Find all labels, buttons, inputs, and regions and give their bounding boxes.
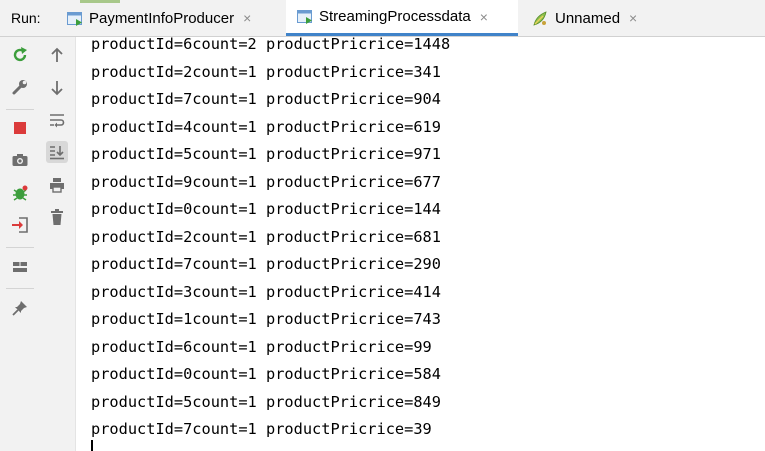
soft-wrap-button[interactable] [46,109,68,131]
console-line: productId=2count=1 productPricrice=681 [91,227,441,246]
stop-icon [14,122,26,134]
tab-payment-info-producer[interactable]: PaymentInfoProducer × [66,0,276,36]
console-line: productId=7count=1 productPricrice=904 [91,90,441,108]
tab-label: PaymentInfoProducer [89,9,235,27]
close-icon[interactable]: × [629,10,637,26]
debug-icon [13,185,28,201]
close-icon[interactable]: × [480,9,488,25]
run-config-icon [67,11,82,26]
console-line: productId=0count=1 productPricrice=144 [91,200,441,218]
console-output[interactable]: productId=6count=2 productPricrice=1448 … [91,33,761,451]
wrench-icon [12,80,27,95]
toolbar-separator [6,247,34,248]
tab-unnamed[interactable]: Unnamed × [532,0,662,36]
clear-all-button[interactable] [46,206,68,228]
restore-layout-button[interactable] [9,256,31,278]
trash-icon [51,209,63,225]
console-line: productId=7count=1 productPricrice=39 [91,420,432,438]
spring-icon [533,10,547,26]
next-occurrence-button[interactable] [46,77,68,99]
close-icon[interactable]: × [243,10,251,26]
console-line: productId=5count=1 productPricrice=971 [91,145,441,163]
layout-icon [13,262,27,272]
run-label: Run: [11,10,41,26]
debug-button[interactable] [9,182,31,204]
console-line: productId=5count=1 productPricrice=849 [91,392,441,411]
tab-streaming-processdata[interactable]: StreamingProcessdata × [286,0,518,36]
import-button[interactable] [9,214,31,236]
previous-occurrence-button[interactable] [46,44,68,66]
console-line: productId=2count=1 productPricrice=341 [91,62,441,81]
run-toolbar-primary [0,37,40,451]
run-toolbar-secondary [40,37,76,451]
arrow-down-icon [51,81,63,96]
console-line: productId=3count=1 productPricrice=414 [91,282,441,301]
scroll-to-end-icon [50,146,64,160]
print-icon [50,178,64,193]
console-line: productId=6count=1 productPricrice=99 [91,337,432,356]
text-caret [91,440,93,451]
toolbar-separator [6,288,34,289]
login-icon [12,217,28,233]
console-line: productId=7count=1 productPricrice=290 [91,255,441,273]
scroll-to-end-button[interactable] [46,141,68,163]
soft-wrap-icon [50,114,65,128]
stop-button[interactable] [9,117,31,139]
rerun-button[interactable] [9,44,31,66]
camera-icon [12,154,28,166]
console-line: productId=9count=1 productPricrice=677 [91,172,441,191]
settings-button[interactable] [9,76,31,98]
pin-tab-button[interactable] [9,297,31,319]
run-config-icon [297,10,312,24]
console-line: productId=0count=1 productPricrice=584 [91,365,441,383]
tab-label: StreamingProcessdata [319,8,471,25]
pin-icon [12,301,27,316]
rerun-icon [13,47,27,62]
console-line: productId=6count=2 productPricrice=1448 [91,35,451,53]
run-tab-bar: Run: PaymentInfoProducer × StreamingProc… [0,0,765,37]
dump-threads-button[interactable] [9,149,31,171]
arrow-up-icon [51,47,63,62]
print-button[interactable] [46,174,68,196]
run-tool-window: Run: PaymentInfoProducer × StreamingProc… [0,0,765,451]
console-line: productId=1count=1 productPricrice=743 [91,310,441,328]
tab-label: Unnamed [555,9,621,27]
console-line: productId=4count=1 productPricrice=619 [91,117,441,136]
toolbar-separator [6,109,34,110]
